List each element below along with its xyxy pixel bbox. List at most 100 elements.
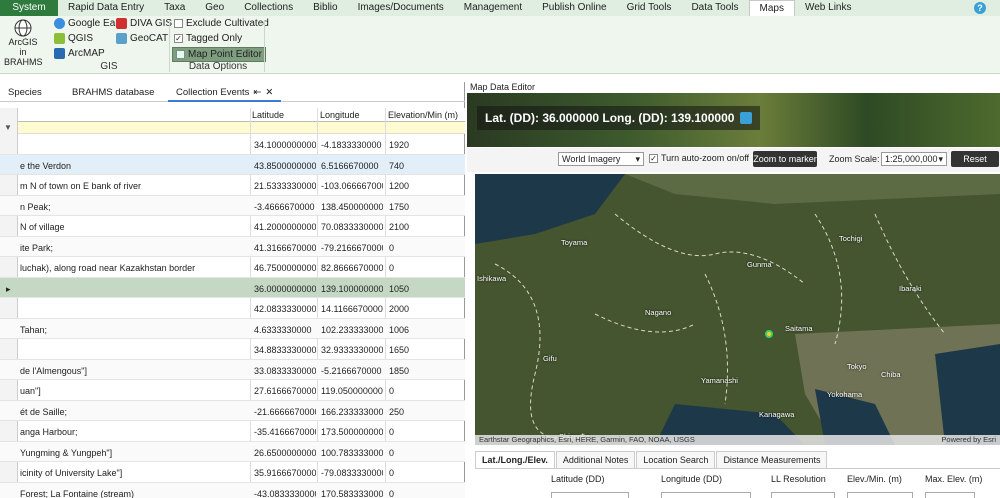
table-row[interactable]: ét de Saille; -21.6666670000 166.233333000… [0, 400, 465, 421]
tab-additional-notes[interactable]: Additional Notes [555, 451, 636, 468]
cell-locality: de l'Almengous"] [20, 365, 87, 376]
help-icon[interactable]: ? [974, 2, 986, 14]
chevron-down-icon: ▾ [938, 154, 943, 164]
cell-latitude: -3.4666670000 [254, 201, 315, 212]
menu-grid-tools[interactable]: Grid Tools [617, 0, 682, 16]
qgis-icon [54, 33, 65, 44]
map-place-label: Saitama [785, 324, 813, 333]
zoom-scale-select[interactable]: 1:25,000,000 ▾ [881, 152, 947, 166]
cell-locality: N of village [20, 222, 65, 232]
cell-latitude: 21.5333330000 [254, 181, 316, 191]
exclude-cultivated-toggle[interactable]: Exclude Cultivated [174, 18, 269, 29]
table-row[interactable]: Yungming & Yungpeh"] 26.6500000000 100.783… [0, 441, 465, 462]
cell-elevation: 2100 [389, 222, 410, 232]
map-view[interactable]: Toyama Tochigi Gunma Ibaraki Ishikawa Nagano S… [475, 174, 1000, 445]
cell-elevation: 0 [389, 386, 395, 396]
zoom-scale-label: Zoom Scale: [829, 154, 880, 164]
close-icon[interactable]: ✕ [265, 87, 273, 100]
menu-system[interactable]: System [0, 0, 58, 16]
table-row[interactable]: ite Park; 41.3166670000 -79.2166670000 0 [0, 236, 465, 257]
tab-species[interactable]: Species [0, 82, 64, 102]
zoom-to-marker-button[interactable]: Zoom to marker [753, 151, 817, 167]
tab-location-search[interactable]: Location Search [636, 451, 716, 468]
menu-biblio[interactable]: Biblio [303, 0, 347, 16]
menu-publish-online[interactable]: Publish Online [532, 0, 616, 16]
table-row[interactable]: icinity of University Lake"] 35.916667000… [0, 462, 465, 483]
table-row[interactable]: 42.0833330000 14.1166670000 2000 [0, 298, 465, 319]
cell-locality: luchak), along road near Kazakhstan bord… [20, 263, 196, 273]
cell-longitude: 14.1166670000 [321, 304, 383, 314]
cell-locality: m N of town on E bank of river [20, 181, 142, 191]
table-row[interactable]: e the Verdon 43.8500000000 6.5166670000 740 [0, 154, 465, 175]
cell-latitude: 34.8833330000 [254, 345, 316, 355]
table-row[interactable]: Tahan; 4.6333330000 102.2333330000 1006 [0, 318, 465, 339]
elev-min-field[interactable] [847, 492, 913, 498]
cell-elevation: 0 [389, 242, 395, 253]
cell-locality: Yungming & Yungpeh"] [20, 447, 113, 458]
arcgis-button[interactable]: ArcGIS in BRAHMS [4, 19, 43, 67]
tab-brahms-database[interactable]: BRAHMS database [64, 82, 168, 102]
cell-latitude: 43.8500000000 [254, 160, 316, 171]
menu-management[interactable]: Management [454, 0, 532, 16]
cell-longitude: 139.1000000000 [321, 283, 383, 294]
cell-longitude: 170.5833330000 [321, 488, 383, 498]
table-row[interactable]: de l'Almengous"] 33.0833330000 -5.21666700… [0, 359, 465, 380]
menu-web-links[interactable]: Web Links [795, 0, 862, 16]
cell-elevation: 0 [389, 263, 395, 273]
table-row[interactable]: luchak), along road near Kazakhstan bord… [0, 257, 465, 278]
table-row[interactable]: n Peak; -3.4666670000 138.4500000000 1750 [0, 195, 465, 216]
tab-distance-measurements[interactable]: Distance Measurements [716, 451, 828, 468]
arcgis-label-1: ArcGIS in [8, 37, 38, 57]
menu-images-documents[interactable]: Images/Documents [348, 0, 454, 16]
cell-elevation: 0 [389, 488, 395, 498]
cell-latitude: -21.6666670000 [254, 406, 316, 417]
geocat-label: GeoCAT [130, 33, 169, 44]
table-row[interactable]: m N of town on E bank of river 21.5333330… [0, 175, 465, 196]
table-row[interactable]: anga Harbour; -35.4166670000 173.500000000… [0, 421, 465, 442]
map-point-editor-button[interactable]: Map Point Editor [172, 47, 266, 62]
table-row[interactable]: uan"] 27.6166670000 119.0500000000 0 [0, 380, 465, 401]
location-marker[interactable] [765, 330, 773, 338]
latitude-field[interactable] [551, 492, 629, 498]
tab-collection-events[interactable]: Collection Events ⇤ ✕ [168, 82, 282, 102]
menu-taxa[interactable]: Taxa [154, 0, 195, 16]
table-row[interactable]: 34.1000000000 -4.1833330000 1920 [0, 134, 465, 155]
table-row[interactable]: 36.0000000000 139.1000000000 1050 ▸ [0, 277, 465, 298]
longitude-field[interactable] [661, 492, 751, 498]
tagged-only-toggle[interactable]: ✓ Tagged Only [174, 33, 242, 44]
pin-icon[interactable]: ⇤ [253, 87, 261, 100]
menu-data-tools[interactable]: Data Tools [681, 0, 748, 16]
table-row[interactable]: Forest; La Fontaine (stream) -43.08333300… [0, 482, 465, 498]
auto-zoom-toggle[interactable]: ✓ Turn auto-zoom on/off [649, 153, 749, 163]
menu-geo[interactable]: Geo [195, 0, 234, 16]
cell-longitude: 82.8666670000 [321, 263, 383, 273]
arcmap-button[interactable]: ArcMAP [54, 48, 105, 59]
tagged-only-checkbox[interactable]: ✓ [174, 34, 183, 43]
map-place-label: Chiba [881, 370, 901, 379]
edit-icon[interactable] [740, 112, 753, 124]
cell-elevation: 1006 [389, 324, 410, 335]
menu-rapid-data-entry[interactable]: Rapid Data Entry [58, 0, 154, 16]
menu-collections[interactable]: Collections [234, 0, 303, 16]
filter-icon[interactable]: ▼ [4, 123, 12, 132]
table-row[interactable]: 34.8833330000 32.9333330000 1650 [0, 339, 465, 360]
grid-header: Latitude Longitude Elevation/Min (m) [0, 108, 465, 122]
table-row[interactable]: N of village 41.2000000000 70.0833330000 21… [0, 216, 465, 237]
col-latitude[interactable]: Latitude [252, 110, 284, 120]
ll-resolution-field[interactable] [771, 492, 835, 498]
filter-row[interactable] [0, 122, 465, 134]
reset-zoom-button[interactable]: Reset zoom [951, 151, 999, 180]
qgis-button[interactable]: QGIS [54, 33, 93, 44]
geocat-button[interactable]: GeoCAT [116, 33, 168, 44]
col-elevation[interactable]: Elevation/Min (m) [388, 110, 464, 120]
row-pointer-icon: ▸ [6, 283, 11, 294]
exclude-cultivated-checkbox[interactable] [174, 19, 183, 28]
auto-zoom-checkbox[interactable]: ✓ [649, 153, 658, 163]
tab-lat-long-elev[interactable]: Lat./Long./Elev. [475, 451, 555, 468]
menu-maps[interactable]: Maps [748, 0, 795, 16]
map-place-label: Ibaraki [899, 284, 922, 293]
max-elev-field[interactable] [925, 492, 975, 498]
col-longitude[interactable]: Longitude [320, 110, 360, 120]
diva-gis-button[interactable]: DIVA GIS [116, 18, 172, 29]
imagery-select[interactable]: World Imagery ▾ [558, 152, 644, 166]
